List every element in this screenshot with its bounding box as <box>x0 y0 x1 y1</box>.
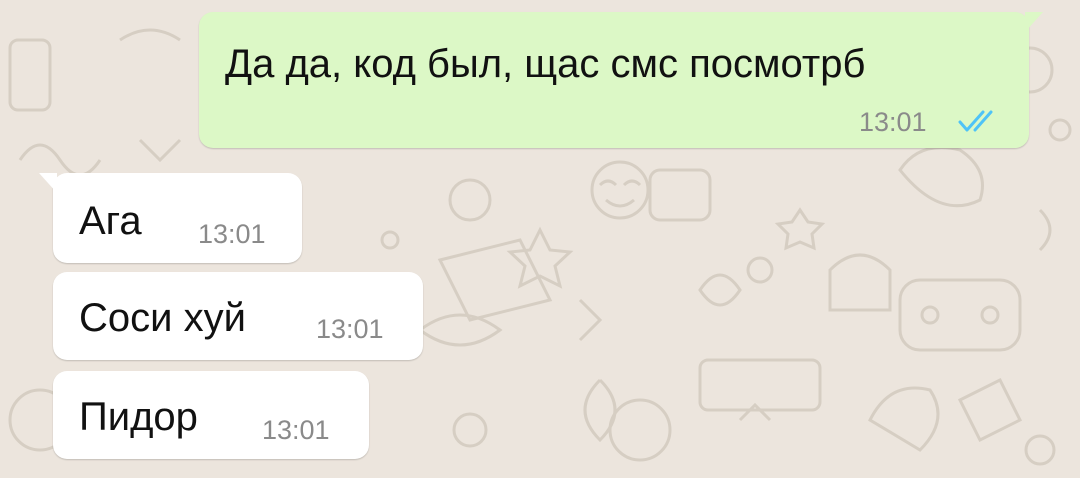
message-text: Соси хуй <box>79 296 246 340</box>
message-time: 13:01 <box>316 314 384 344</box>
message-time: 13:01 <box>262 415 330 445</box>
double-check-read-icon <box>958 110 993 132</box>
message-time: 13:01 <box>859 107 927 137</box>
bubble-tail <box>1025 12 1043 32</box>
incoming-message-bubble[interactable]: Ага 13:01 <box>39 173 302 263</box>
bubble-tail <box>39 173 57 193</box>
message-text: Пидор <box>79 395 198 439</box>
incoming-message-bubble[interactable]: Соси хуй 13:01 <box>53 272 423 360</box>
message-text: Да да, код был, щас смс посмотрб <box>225 42 866 86</box>
message-time: 13:01 <box>198 219 266 249</box>
outgoing-message-bubble[interactable]: Да да, код был, щас смс посмотрб 13:01 <box>199 12 1043 148</box>
message-text: Ага <box>79 199 142 243</box>
incoming-message-bubble[interactable]: Пидор 13:01 <box>53 371 369 459</box>
